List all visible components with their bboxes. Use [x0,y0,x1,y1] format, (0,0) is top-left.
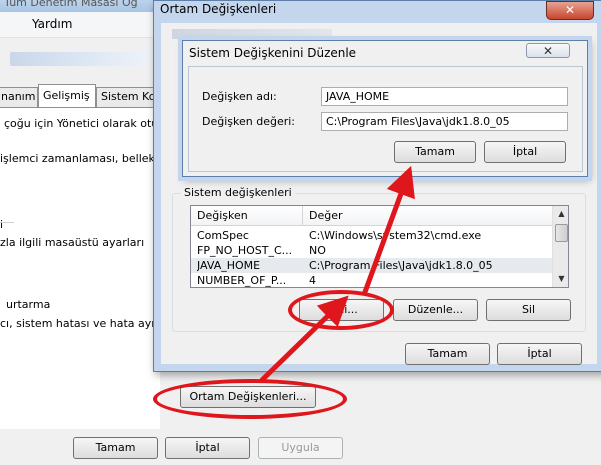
arrow-to-edit-dialog [362,165,415,295]
annotation-arrow [259,165,415,383]
arrow-to-new-button [259,295,349,383]
